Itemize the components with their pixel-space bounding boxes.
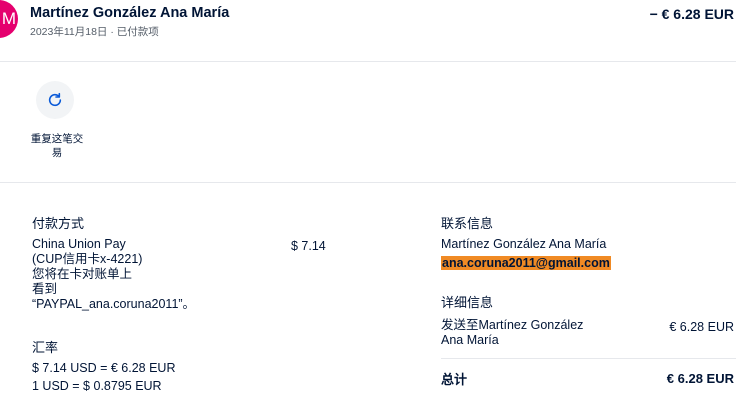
contact-email-wrapper: ana.coruna2011@gmail.com	[441, 255, 611, 271]
divider	[441, 358, 736, 359]
details-heading: 详细信息	[441, 295, 494, 310]
total-label: 总计	[441, 372, 468, 387]
repeat-transaction-button[interactable]	[36, 81, 74, 119]
sent-to-line: 发送至Martínez González	[441, 318, 584, 332]
contact-name: Martínez González Ana María	[441, 237, 607, 251]
contact-info-heading: 联系信息	[441, 216, 494, 231]
exchange-rate-heading: 汇率	[32, 340, 59, 355]
repeat-transaction-label[interactable]: 重复这笔交易	[26, 132, 88, 160]
exchange-rate-line: 1 USD = $ 0.8795 EUR	[32, 379, 162, 393]
payment-line: 您将在卡对账单上	[32, 267, 133, 281]
total-amount: € 6.28 EUR	[666, 371, 734, 386]
sent-amount: € 6.28 EUR	[669, 320, 734, 334]
transaction-date-status: 2023年11月18日 · 已付款项	[30, 26, 159, 38]
exchange-rate-line: $ 7.14 USD = € 6.28 EUR	[32, 361, 176, 375]
avatar: M	[0, 0, 18, 38]
payment-line: 看到	[32, 282, 58, 296]
payment-line: “PAYPAL_ana.coruna2011”。	[32, 297, 196, 311]
payment-line: (CUP信用卡x-4221)	[32, 252, 143, 266]
refresh-icon	[48, 92, 62, 107]
divider	[0, 61, 736, 62]
payment-amount: $ 7.14	[291, 239, 326, 253]
divider	[0, 182, 736, 183]
payment-line: China Union Pay	[32, 237, 126, 251]
payment-method-details: China Union Pay (CUP信用卡x-4221) 您将在卡对账单上 …	[32, 237, 232, 312]
sent-to-description: 发送至Martínez González Ana María	[441, 318, 641, 348]
payment-method-heading: 付款方式	[32, 216, 85, 231]
sent-to-line: Ana María	[441, 333, 499, 347]
avatar-initial: M	[1, 9, 16, 28]
contact-email-link[interactable]: ana.coruna2011@gmail.com	[441, 256, 611, 270]
transaction-amount: − € 6.28 EUR	[649, 6, 734, 22]
merchant-name: Martínez González Ana María	[30, 5, 230, 21]
